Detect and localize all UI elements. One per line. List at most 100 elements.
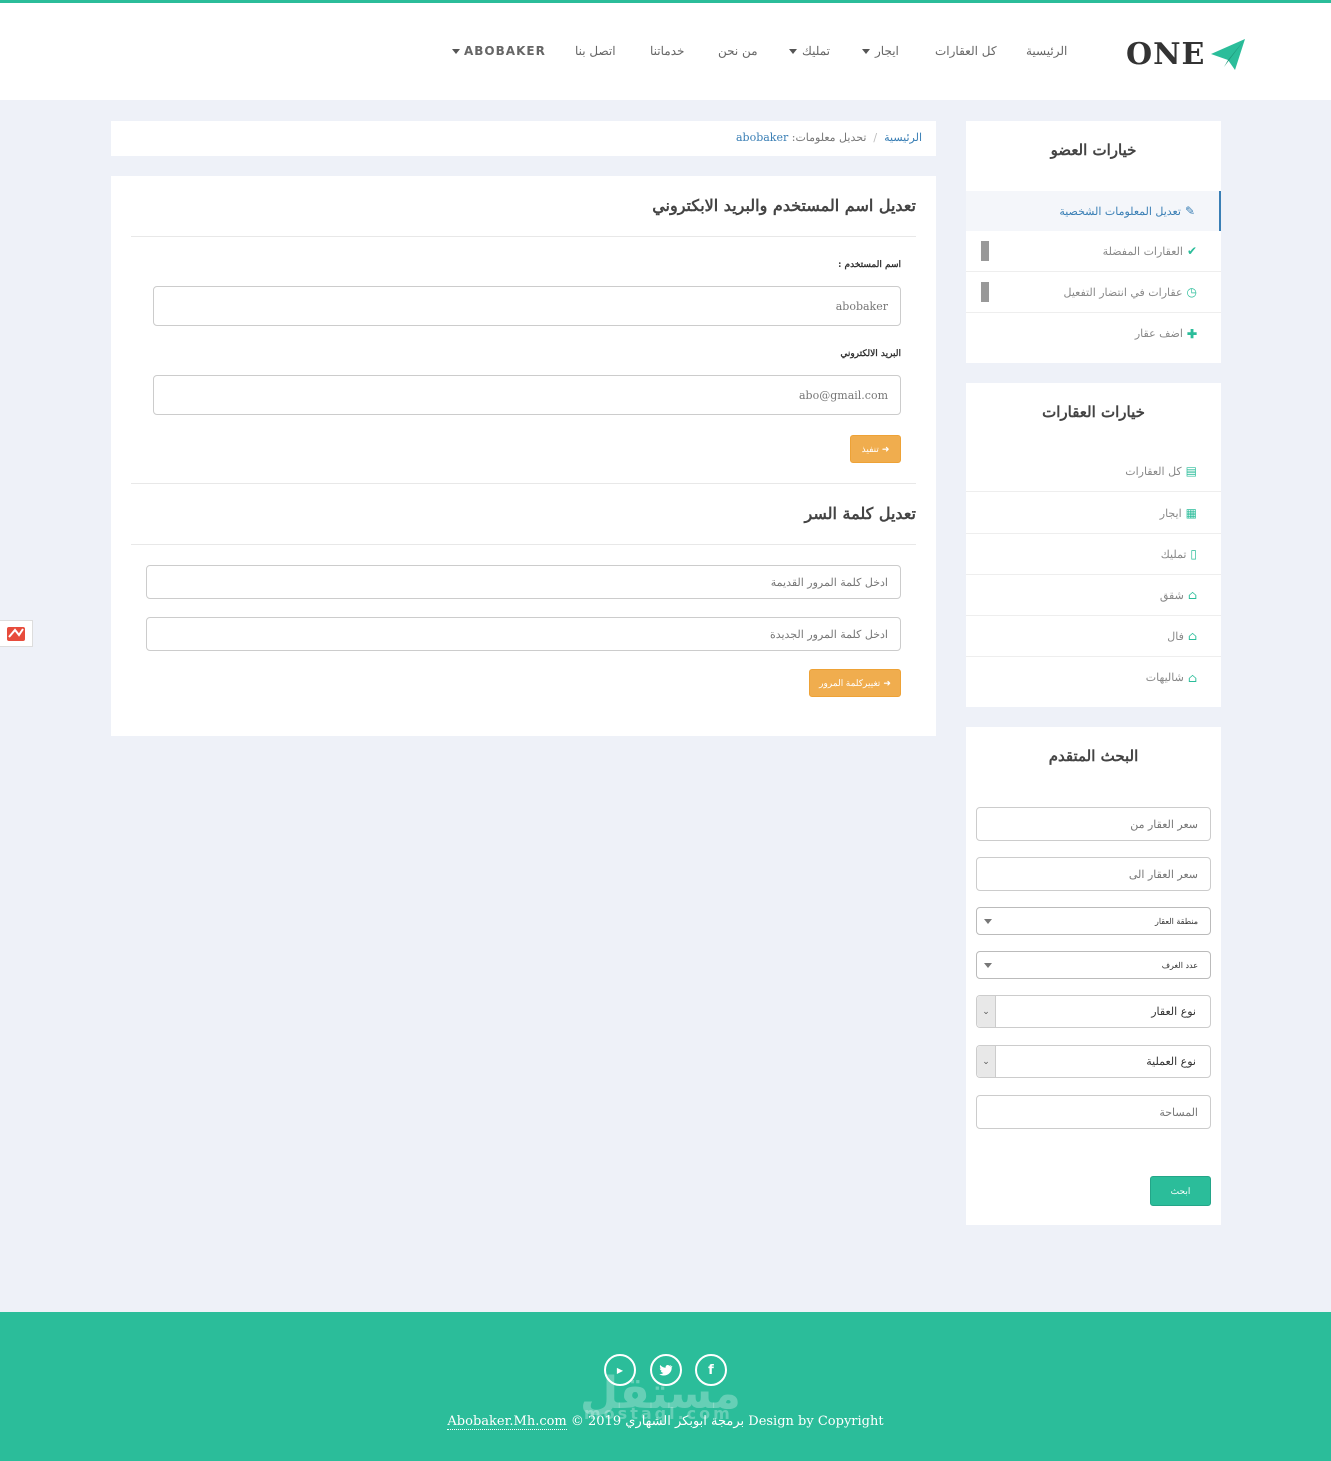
email-input[interactable]: abo@gmail.com [153,375,901,415]
breadcrumb-home[interactable]: الرئيسية [884,131,922,144]
nav-about[interactable]: من نحن [718,44,758,58]
edit-profile-card: تعديل اسم المستخدم والبريد الابكتروني اس… [111,176,936,736]
twitter-icon[interactable] [650,1354,682,1386]
edit-icon: ✎ [1184,204,1195,218]
email-label: البريد الالكتروني [840,349,901,359]
nav-user-label: ABOBAKER [464,44,546,58]
sidebar-item-edit-profile[interactable]: ✎ تعديل المعلومات الشخصية [966,191,1221,231]
sidebar-item-rent[interactable]: ▦ ايجار [966,493,1221,534]
nav-all-properties[interactable]: كل العقارات [935,44,997,58]
property-options-title: خيارات العقارات [1042,403,1145,421]
search-button[interactable]: ابحث [1150,1176,1211,1206]
area-input[interactable]: المساحة [976,1095,1211,1129]
sidebar-item-all-properties[interactable]: ▤ كل العقارات [966,451,1221,492]
sidebar-item-label: عقارات في انتضار التفعيل [1063,285,1183,299]
member-options-title: خيارات العضو [1050,141,1137,159]
nav-own[interactable]: تمليك [789,44,830,58]
rooms-select[interactable]: عدد الغرف [976,951,1211,979]
building-icon: ▯ [1190,547,1197,561]
property-type-value: نوع العقار [1151,1005,1196,1018]
sidebar-item-pending[interactable]: ◷ عقارات في انتضار التفعيل [966,272,1221,313]
new-password-input[interactable]: ادخل كلمة المرور الجديدة [146,617,901,651]
count-badge [981,282,989,302]
chevron-down-icon [452,49,460,54]
check-icon: ✔ [1186,244,1197,258]
chevron-down-icon [984,919,992,924]
nav-own-label: تمليك [802,44,830,58]
nav-contact[interactable]: اتصل بنا [575,44,616,58]
sidebar-item-label: ايجار [1159,506,1182,520]
sidebar-item-villas[interactable]: ⌂ فال [966,616,1221,657]
floating-widget-icon[interactable] [0,620,33,647]
sidebar-item-add-property[interactable]: ✚ اضف عقار [966,313,1221,354]
sidebar-item-label: تمليك [1160,547,1187,561]
operation-type-value: نوع العملية [1146,1055,1196,1068]
divider [131,544,916,545]
old-password-input[interactable]: ادخل كلمة المرور القديمة [146,565,901,599]
sidebar-item-label: تعديل المعلومات الشخصية [1059,204,1181,218]
profile-section-title: تعديل اسم المستخدم والبريد الابكتروني [652,196,916,215]
list-icon: ▤ [1185,464,1197,478]
nav-rent[interactable]: ايجار [862,44,899,58]
sidebar-item-label: اضف عقار [1134,327,1183,340]
footer: مستقل mostaql.com ▶ f Abobaker.Mh.com © … [0,1312,1331,1461]
chevron-down-icon: ⌄ [977,1046,996,1077]
nav-home[interactable]: الرئيسية [1026,44,1067,58]
clock-icon: ◷ [1186,285,1197,299]
chevron-down-icon [862,49,870,54]
copyright-text: © 2019 برمجة ابوبكر الشهاري Design by Co… [570,1414,884,1429]
nav-services[interactable]: خدماتنا [650,44,684,58]
property-type-select[interactable]: نوع العقار ⌄ [976,995,1211,1028]
divider [131,236,916,237]
sidebar-item-label: العقارات المفضلة [1102,244,1183,258]
username-label: اسم المستخدم : [838,260,901,270]
breadcrumb-current: تحديل معلومات: [791,131,867,144]
change-password-button[interactable]: ➜ تغييركلمة المرور [809,669,901,697]
copyright-link[interactable]: Abobaker.Mh.com [447,1414,567,1430]
sign-in-icon: ➜ [881,443,890,454]
advanced-search-card: البحث المتقدم سعر العقار من سعر العقار ا… [966,727,1221,1225]
sidebar-item-favorites[interactable]: ✔ العقارات المفضلة [966,231,1221,272]
nav-user-menu[interactable]: ABOBAKER [452,44,546,58]
breadcrumb-separator: / [873,131,878,144]
submit-profile-button[interactable]: ➜ تنفيذ [850,435,901,463]
facebook-icon[interactable]: f [695,1354,727,1386]
sidebar-item-chalets[interactable]: ⌂ شاليهات [966,657,1221,698]
region-select[interactable]: منطقة العقار [976,907,1211,935]
chevron-down-icon: ⌄ [977,996,996,1027]
divider [131,483,916,484]
advanced-search-title: البحث المتقدم [1048,747,1139,765]
chevron-down-icon [984,963,992,968]
sidebar-item-own[interactable]: ▯ تمليك [966,534,1221,575]
paper-plane-icon [1211,38,1246,70]
sidebar-item-label: فال [1167,629,1184,643]
property-options-card: خيارات العقارات ▤ كل العقارات ▦ ايجار ▯ تمل… [966,383,1221,707]
nav-rent-label: ايجار [875,44,899,58]
navbar: ONE الرئيسية كل العقارات ايجار تمليك من … [0,3,1331,100]
rooms-select-value: عدد الغرف [1161,960,1198,970]
breadcrumb-username: abobaker [735,131,789,144]
copyright: Abobaker.Mh.com © 2019 برمجة ابوبكر الشه… [0,1414,1331,1430]
member-options-card: خيارات العضو ✎ تعديل المعلومات الشخصية ✔ ا… [966,121,1221,363]
breadcrumb: الرئيسية / تحديل معلومات: abobaker [111,121,936,156]
logo[interactable]: ONE [1126,37,1246,72]
price-from-input[interactable]: سعر العقار من [976,807,1211,841]
bank-icon: ⌂ [1187,670,1197,685]
youtube-icon[interactable]: ▶ [604,1354,636,1386]
operation-type-select[interactable]: نوع العملية ⌄ [976,1045,1211,1078]
chevron-down-icon [789,49,797,54]
sidebar-item-apartments[interactable]: ⌂ شقق [966,575,1221,616]
count-badge [981,241,989,261]
username-input[interactable]: abobaker [153,286,901,326]
sidebar-item-label: شقق [1159,588,1184,602]
plus-icon: ✚ [1186,326,1197,341]
submit-profile-label: تنفيذ [861,443,879,454]
sidebar-item-label: كل العقارات [1125,464,1182,478]
home-icon: ⌂ [1187,629,1197,643]
sign-in-icon: ➜ [883,677,891,688]
password-section-title: تعديل كلمة السر [804,504,916,523]
change-password-label: تغييركلمة المرور [819,677,881,688]
sidebar-item-label: شاليهات [1145,671,1184,684]
price-to-input[interactable]: سعر العقار الى [976,857,1211,891]
bank-icon: ⌂ [1187,588,1197,602]
